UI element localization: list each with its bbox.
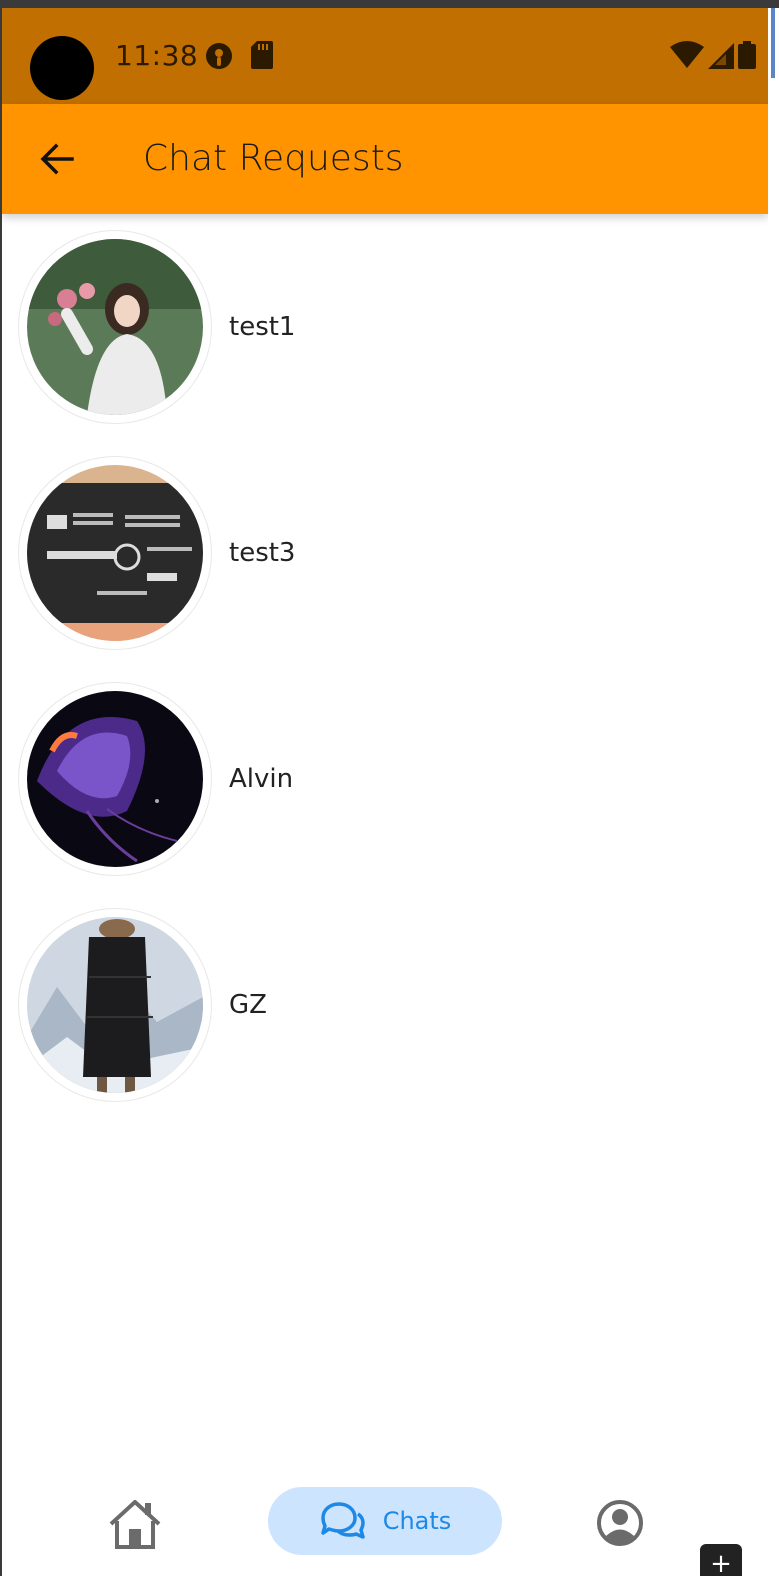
floating-action-button[interactable]: +: [700, 1544, 742, 1576]
chat-request-list: test1 test3 Alvin GZ: [2, 214, 768, 1118]
request-name: test1: [229, 312, 296, 342]
avatar-photo: [27, 239, 203, 415]
avatar: [18, 230, 212, 424]
list-item[interactable]: Alvin: [2, 666, 768, 892]
avatar: [18, 456, 212, 650]
status-icons-right: [670, 41, 756, 69]
chat-bubbles-icon: [320, 1502, 365, 1539]
bottom-navigation: Chats: [2, 1473, 768, 1576]
avatar-photo: [27, 691, 203, 867]
nav-home-button[interactable]: [107, 1497, 163, 1553]
list-item[interactable]: test3: [2, 440, 768, 666]
back-button[interactable]: [32, 134, 82, 184]
nav-chats-button[interactable]: Chats: [268, 1487, 502, 1555]
podcast-icon: [206, 43, 232, 69]
avatar-photo: [27, 465, 203, 641]
nav-chats-label: Chats: [382, 1507, 452, 1535]
wifi-icon: [670, 41, 704, 68]
request-name: GZ: [229, 990, 267, 1020]
home-icon: [109, 1500, 161, 1549]
status-time: 11:38: [115, 39, 199, 72]
list-item[interactable]: test1: [2, 214, 768, 440]
battery-icon: [738, 41, 756, 69]
camera-cutout: [30, 36, 94, 100]
nav-profile-button[interactable]: [596, 1499, 644, 1547]
list-item[interactable]: GZ: [2, 892, 768, 1118]
avatar-photo: [27, 917, 203, 1093]
arrow-left-icon: [40, 143, 74, 175]
avatar: [18, 908, 212, 1102]
page-title: Chat Requests: [143, 138, 404, 179]
window-edge: [768, 8, 779, 1576]
status-bar: 11:38: [2, 8, 768, 104]
phone-screen: 11:38 Chat Requests test1 test3 Alvin GZ…: [2, 8, 768, 1576]
account-circle-icon: [597, 1500, 643, 1546]
app-bar: Chat Requests: [2, 104, 768, 214]
request-name: Alvin: [229, 764, 294, 794]
signal-icon: [708, 43, 734, 69]
avatar: [18, 682, 212, 876]
sd-card-icon: [251, 41, 273, 69]
request-name: test3: [229, 538, 296, 568]
window-edge-accent: [771, 8, 775, 78]
